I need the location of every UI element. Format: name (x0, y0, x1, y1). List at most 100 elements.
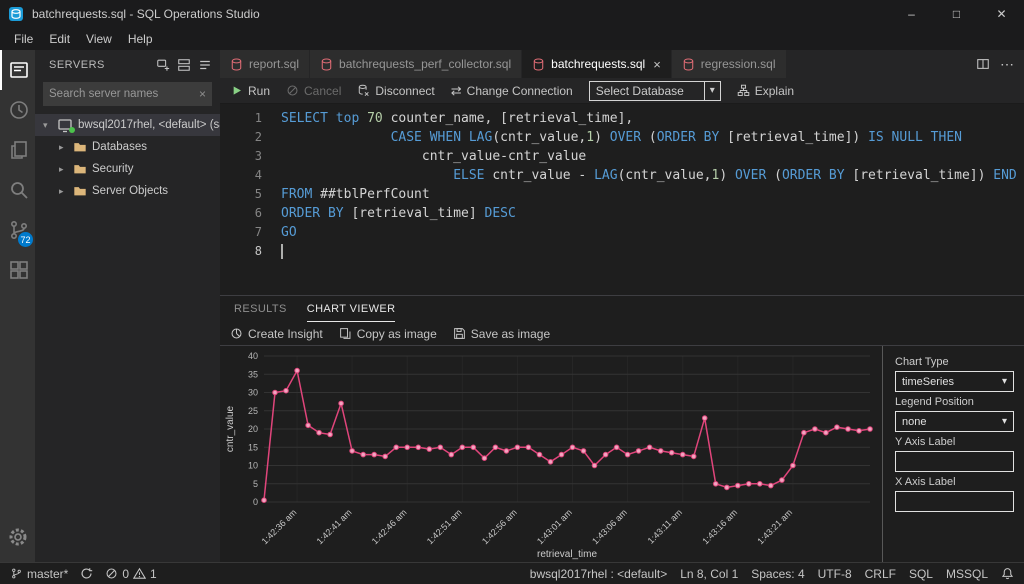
run-icon (230, 84, 243, 97)
cancel-label: Cancel (304, 84, 341, 98)
bell-icon (1001, 567, 1014, 580)
svg-text:1:42:56 am: 1:42:56 am (480, 507, 519, 546)
sql-file-icon (320, 58, 333, 71)
new-connection-icon[interactable] (156, 58, 170, 72)
connected-status-dot (69, 127, 75, 133)
git-branch-status[interactable]: master* (10, 567, 68, 581)
window-title: batchrequests.sql - SQL Operations Studi… (32, 7, 260, 21)
activity-bar: 72 (0, 50, 35, 562)
y-axis-label-label: Y Axis Label (895, 436, 1014, 448)
sidebar-servers: SERVERS × ▾ bwsql2017rhel, (35, 50, 220, 562)
tab-label: batchrequests.sql (551, 57, 645, 71)
svg-text:1:42:51 am: 1:42:51 am (425, 507, 464, 546)
language-mode[interactable]: SQL (909, 567, 933, 581)
close-button[interactable]: ✕ (979, 0, 1024, 28)
database-dropdown-value: Select Database (596, 84, 684, 98)
tree-item-label: Databases (92, 141, 147, 153)
notifications-bell[interactable] (1001, 567, 1014, 580)
database-dropdown[interactable]: Select Database ▾ (589, 81, 721, 101)
task-history-icon (7, 98, 31, 122)
panel-tab-bar: RESULTS CHART VIEWER (220, 296, 1024, 322)
run-button[interactable]: Run (230, 84, 270, 98)
svg-text:retrieval_time: retrieval_time (537, 549, 597, 560)
chart-type-dropdown[interactable]: timeSeries ▾ (895, 371, 1014, 392)
chevron-down-icon: ▾ (1002, 416, 1007, 427)
x-axis-label-label: X Axis Label (895, 476, 1014, 488)
cancel-button[interactable]: Cancel (286, 84, 341, 98)
editor-tab-batchrequests[interactable]: batchrequests.sql × (522, 50, 672, 78)
split-editor-icon[interactable] (976, 57, 990, 71)
svg-text:0: 0 (253, 497, 258, 507)
cancel-icon (286, 84, 299, 97)
title-bar: batchrequests.sql - SQL Operations Studi… (0, 0, 1024, 28)
copy-as-image-button[interactable]: Copy as image (339, 327, 437, 341)
active-connections-icon[interactable] (198, 58, 212, 72)
chevron-right-icon[interactable]: ▸ (59, 164, 68, 175)
chart-options-panel: Chart Type timeSeries ▾ Legend Position … (882, 346, 1024, 562)
sync-status[interactable] (80, 567, 93, 580)
x-axis-label-input[interactable] (895, 491, 1014, 512)
svg-text:35: 35 (248, 369, 258, 379)
activity-explorer[interactable] (0, 130, 35, 170)
tree-item-server[interactable]: ▾ bwsql2017rhel, <default> (sa) (35, 114, 220, 136)
editor-tab-regression[interactable]: regression.sql (672, 50, 787, 78)
chevron-down-icon[interactable]: ▾ (43, 120, 52, 131)
new-server-group-icon[interactable] (177, 58, 191, 72)
eol-status[interactable]: CRLF (865, 567, 896, 581)
branch-label: master* (27, 567, 68, 581)
tab-results[interactable]: RESULTS (234, 296, 287, 322)
code-editor[interactable]: 1SELECT top 70 counter_name, [retrieval_… (220, 104, 1024, 295)
activity-search[interactable] (0, 170, 35, 210)
clear-search-icon[interactable]: × (199, 87, 206, 101)
app-window: batchrequests.sql - SQL Operations Studi… (0, 0, 1024, 584)
tab-chart-viewer[interactable]: CHART VIEWER (307, 296, 396, 322)
chart-toolbar: Create Insight Copy as image Save as ima… (220, 322, 1024, 346)
tree-item-security[interactable]: ▸ Security (35, 158, 220, 180)
maximize-button[interactable]: □ (934, 0, 979, 28)
tab-label: report.sql (249, 57, 299, 71)
chevron-right-icon[interactable]: ▸ (59, 142, 68, 153)
code-line: 4 ELSE cntr_value - LAG(cntr_value,1) OV… (220, 166, 1024, 185)
chevron-right-icon[interactable]: ▸ (59, 186, 68, 197)
legend-position-label: Legend Position (895, 396, 1014, 408)
editor-tab-batchrequests-perf-collector[interactable]: batchrequests_perf_collector.sql (310, 50, 522, 78)
menu-edit[interactable]: Edit (41, 32, 78, 46)
menu-view[interactable]: View (78, 32, 120, 46)
sql-file-icon (230, 58, 243, 71)
server-search-input[interactable] (49, 88, 199, 100)
legend-position-dropdown[interactable]: none ▾ (895, 411, 1014, 432)
encoding-status[interactable]: UTF-8 (818, 567, 852, 581)
activity-extensions[interactable] (0, 250, 35, 290)
explain-button[interactable]: Explain (737, 84, 794, 98)
tree-item-server-objects[interactable]: ▸ Server Objects (35, 180, 220, 202)
activity-servers[interactable] (0, 50, 35, 90)
more-actions-icon[interactable]: ⋯ (1000, 56, 1014, 73)
menu-help[interactable]: Help (120, 32, 161, 46)
code-line: 6ORDER BY [retrieval_time] DESC (220, 204, 1024, 223)
minimize-button[interactable]: – (889, 0, 934, 28)
explorer-icon (7, 138, 31, 162)
app-icon (8, 6, 24, 22)
activity-task-history[interactable] (0, 90, 35, 130)
problems-status[interactable]: 0 1 (105, 567, 156, 581)
create-insight-button[interactable]: Create Insight (230, 327, 323, 341)
activity-source-control[interactable]: 72 (0, 210, 35, 250)
settings-gear[interactable] (6, 525, 30, 554)
save-as-image-button[interactable]: Save as image (453, 327, 550, 341)
y-axis-label-input[interactable] (895, 451, 1014, 472)
editor-tab-report[interactable]: report.sql (220, 50, 310, 78)
tree-item-databases[interactable]: ▸ Databases (35, 136, 220, 158)
code-line: 3 cntr_value-cntr_value (220, 147, 1024, 166)
change-connection-button[interactable]: ⇄ Change Connection (451, 83, 573, 99)
error-count: 0 (122, 567, 129, 581)
copy-as-image-label: Copy as image (357, 327, 437, 341)
disconnect-button[interactable]: Disconnect (357, 84, 434, 98)
menu-file[interactable]: File (6, 32, 41, 46)
chart-type-value: timeSeries (902, 376, 954, 388)
cursor-position[interactable]: Ln 8, Col 1 (680, 567, 738, 581)
connection-status[interactable]: bwsql2017rhel : <default> (530, 567, 667, 581)
provider-status[interactable]: MSSQL (946, 567, 988, 581)
indentation-status[interactable]: Spaces: 4 (751, 567, 804, 581)
close-tab-icon[interactable]: × (653, 57, 661, 72)
tab-label: batchrequests_perf_collector.sql (339, 57, 511, 71)
